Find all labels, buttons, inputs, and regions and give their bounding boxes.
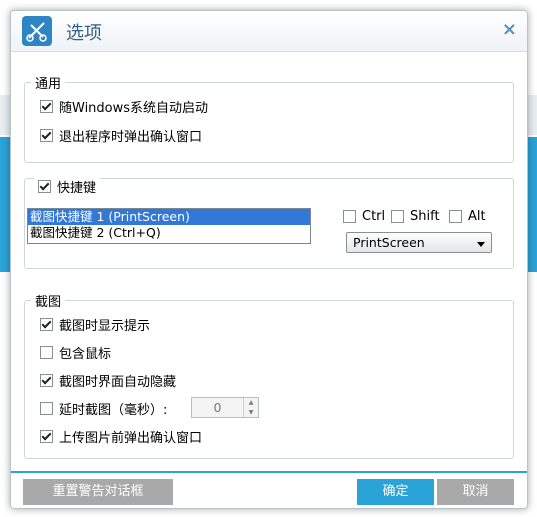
exit-confirm-label: 退出程序时弹出确认窗口 [59, 130, 203, 145]
hotkey-enable-checkbox[interactable]: 快捷键 [34, 177, 101, 196]
include-cursor-checkbox[interactable]: 包含鼠标 [40, 343, 111, 362]
hotkey-list-item[interactable]: 截图快捷键 1 (PrintScreen) [28, 209, 310, 225]
reset-warnings-button[interactable]: 重置警告对话框 [23, 479, 173, 505]
options-dialog: 选项 × 通用 随Windows系统自动启动 退出程序时弹出确认窗口 快捷键 截… [10, 10, 528, 509]
show-tip-label: 截图时显示提示 [59, 319, 151, 334]
checkbox-icon [40, 346, 53, 359]
scissors-logo-icon [22, 16, 52, 46]
spin-buttons[interactable]: ▲ ▼ [243, 398, 258, 417]
checkbox-icon [343, 210, 356, 223]
close-icon[interactable]: × [502, 19, 517, 40]
hotkey-list-item[interactable]: 截图快捷键 2 (Ctrl+Q) [28, 225, 310, 241]
hotkey-list[interactable]: 截图快捷键 1 (PrintScreen) 截图快捷键 2 (Ctrl+Q) [27, 208, 311, 244]
shift-checkbox[interactable]: Shift [391, 209, 440, 224]
spin-down-icon[interactable]: ▼ [244, 408, 258, 418]
alt-checkbox[interactable]: Alt [449, 209, 486, 224]
checkbox-icon [40, 430, 53, 443]
checkbox-icon [449, 210, 462, 223]
checkbox-icon [40, 402, 53, 415]
general-group: 通用 [24, 73, 514, 163]
checkbox-icon [391, 210, 404, 223]
chevron-down-icon [477, 235, 485, 250]
checkbox-icon [40, 374, 53, 387]
cancel-button[interactable]: 取消 [437, 479, 514, 505]
checkbox-icon [38, 180, 51, 193]
alt-label: Alt [468, 209, 486, 224]
autostart-checkbox[interactable]: 随Windows系统自动启动 [40, 97, 208, 116]
delay-checkbox[interactable]: 延时截图（毫秒）: [40, 399, 167, 418]
dialog-footer: 重置警告对话框 确定 取消 [11, 471, 527, 508]
hotkey-legend: 快捷键 [57, 181, 97, 196]
shift-label: Shift [410, 209, 440, 224]
hotkey-key-value: PrintScreen [353, 235, 425, 250]
exit-confirm-checkbox[interactable]: 退出程序时弹出确认窗口 [40, 126, 202, 145]
general-legend: 通用 [35, 77, 62, 92]
show-tip-checkbox[interactable]: 截图时显示提示 [40, 315, 150, 334]
checkbox-icon [40, 318, 53, 331]
auto-hide-checkbox[interactable]: 截图时界面自动隐藏 [40, 371, 176, 390]
upload-confirm-checkbox[interactable]: 上传图片前弹出确认窗口 [40, 427, 202, 446]
hotkey-key-select[interactable]: PrintScreen [346, 232, 492, 253]
delay-value: 0 [213, 400, 222, 415]
ctrl-checkbox[interactable]: Ctrl [343, 209, 385, 224]
ok-button[interactable]: 确定 [357, 479, 434, 505]
screenshot-legend: 截图 [35, 295, 62, 310]
autostart-label: 随Windows系统自动启动 [59, 101, 209, 116]
checkbox-icon [40, 129, 53, 142]
ctrl-label: Ctrl [362, 209, 386, 224]
spin-up-icon[interactable]: ▲ [244, 398, 258, 408]
upload-confirm-label: 上传图片前弹出确认窗口 [59, 431, 203, 446]
delay-spinbox[interactable]: 0 ▲ ▼ [191, 397, 259, 418]
delay-label: 延时截图（毫秒）: [59, 403, 168, 418]
dialog-title: 选项 [66, 23, 102, 44]
auto-hide-label: 截图时界面自动隐藏 [59, 375, 177, 390]
include-cursor-label: 包含鼠标 [59, 347, 112, 362]
title-bar[interactable]: 选项 × [11, 11, 527, 52]
checkbox-icon [40, 100, 53, 113]
